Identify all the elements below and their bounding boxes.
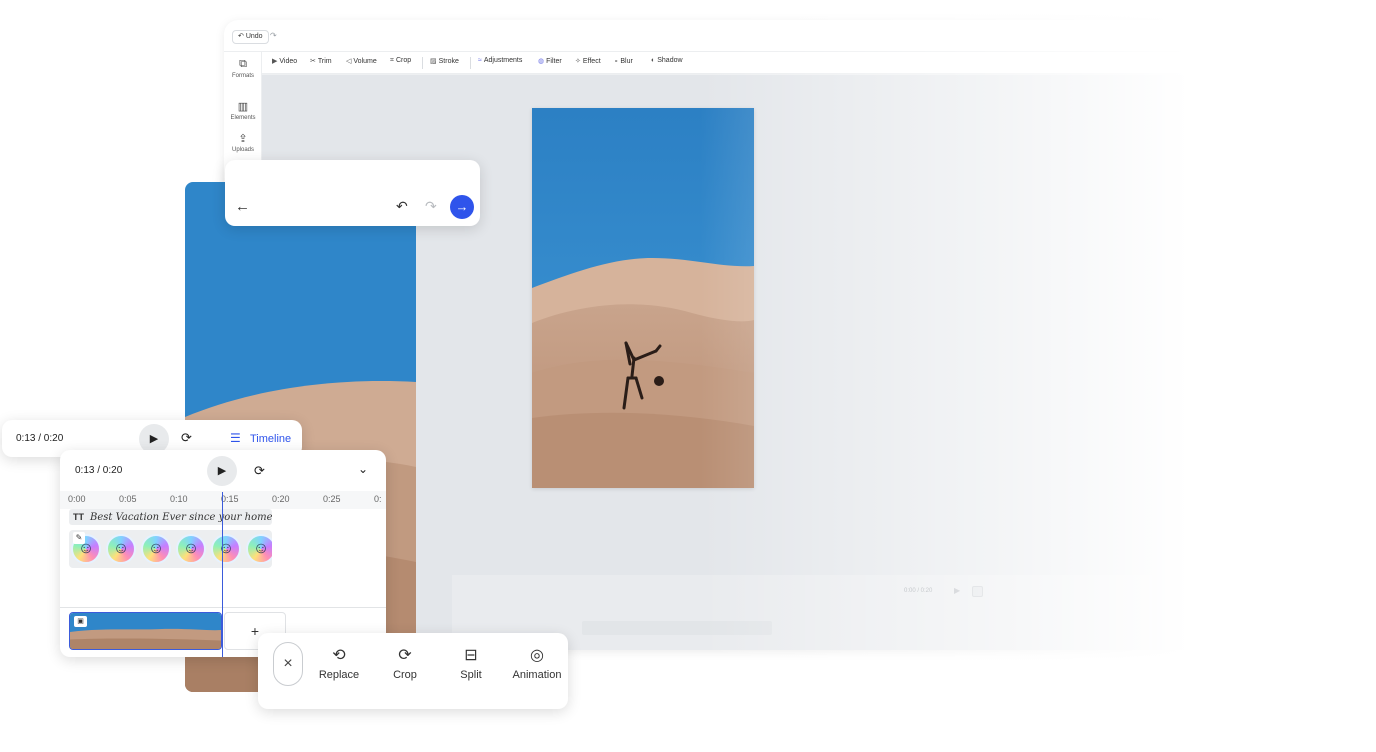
action-label: Split — [460, 669, 482, 681]
track-divider — [60, 607, 386, 608]
tool-crop[interactable]: ⌗ Crop — [390, 57, 411, 65]
play-icon: ▶ — [149, 433, 159, 445]
ruler-tick: 0:15 — [221, 494, 239, 504]
trim-icon: ✂ — [310, 58, 316, 65]
video-icon: ▶ — [272, 58, 278, 65]
sidebar-item-label: Formats — [231, 73, 254, 79]
filter-icon: ◍ — [538, 58, 545, 65]
adjustments-icon: ≈ — [478, 57, 482, 64]
smiley-sticker-icon: ☺ — [176, 534, 206, 564]
effect-icon: ✧ — [575, 58, 581, 65]
tool-trim[interactable]: ✂ Trim — [310, 57, 332, 65]
editor-time-readout: 0:00 / 0:20 — [904, 588, 933, 594]
tool-blur[interactable]: ∘ Blur — [614, 57, 633, 65]
back-arrow-icon[interactable]: ← — [235, 198, 250, 215]
action-label: Replace — [318, 669, 360, 681]
sidebar-item-elements[interactable]: ▥ Elements — [224, 100, 262, 121]
edit-popup: ← ↶ ↷ → — [225, 160, 480, 226]
sidebar-item-formats[interactable]: ⧉ Formats — [224, 58, 262, 79]
playback-time: 0:13 / 0:20 — [75, 465, 123, 476]
chevron-down-icon[interactable]: ⌄ — [358, 462, 368, 476]
tool-adjustments[interactable]: ≈ Adjustments — [478, 57, 522, 64]
replace-button[interactable]: ⟲ Replace — [308, 647, 370, 681]
playhead[interactable] — [222, 492, 223, 657]
tool-filter[interactable]: ◍ Filter — [538, 57, 562, 65]
text-icon: TT — [73, 512, 84, 522]
timeline-icon[interactable]: ☰ — [230, 431, 241, 445]
video-thumbnail-strip — [70, 613, 221, 649]
text-clip-label: Best Vacation Ever since your home. — [90, 512, 272, 523]
toolbar-divider — [422, 57, 423, 69]
split-button[interactable]: ⊟ Split — [440, 647, 502, 681]
action-label: Animation — [512, 669, 562, 681]
close-icon: × — [283, 655, 293, 672]
play-button[interactable]: ▶ — [207, 456, 237, 486]
action-label: Crop — [393, 669, 417, 681]
undo-icon[interactable]: ↶ — [396, 198, 408, 215]
sidebar-item-label: Uploads — [231, 147, 254, 153]
sidebar-item-label: Elements — [230, 115, 256, 121]
editor-track — [582, 621, 772, 635]
playback-time: 0:13 / 0:20 — [16, 433, 64, 444]
editor-fullscreen-icon[interactable] — [972, 586, 983, 597]
redo-icon[interactable]: ↷ — [425, 198, 437, 215]
editor-toolbar: ▶ Video ✂ Trim ◁ Volume ⌗ Crop ▨ Stroke ≈ Adju… — [262, 52, 1374, 74]
smiley-sticker-icon: ☺ — [246, 534, 272, 564]
tool-video[interactable]: ▶ Video — [272, 57, 297, 65]
animation-icon: ◎ — [530, 647, 544, 664]
confirm-button[interactable]: → — [450, 195, 474, 219]
animation-button[interactable]: ◎ Animation — [506, 647, 568, 681]
stroke-icon: ▨ — [430, 58, 437, 65]
smiley-sticker-icon: ☺ — [141, 534, 171, 564]
canvas-video-preview[interactable] — [532, 108, 754, 488]
crop-icon: ⟳ — [398, 647, 412, 664]
sidebar-item-uploads[interactable]: ⇪ Uploads — [224, 132, 262, 153]
timeline-panel: 0:13 / 0:20 ▶ ⟳ ⌄ 0:00 0:05 0:10 0:15 0:… — [60, 450, 386, 657]
desert-dancer-image — [532, 108, 754, 488]
arrow-right-icon: → — [455, 199, 469, 214]
loop-icon[interactable]: ⟳ — [254, 463, 265, 479]
crop-button[interactable]: ⟳ Crop — [374, 647, 436, 681]
undo-icon: ↶ — [238, 33, 244, 40]
tool-shadow[interactable]: ◐ Shadow — [651, 57, 683, 64]
redo-icon[interactable]: ↷ — [270, 31, 277, 40]
smiley-sticker-icon: ☺ — [106, 534, 136, 564]
tool-volume[interactable]: ◁ Volume — [346, 57, 377, 65]
clip-action-bar: × ⟲ Replace ⟳ Crop ⊟ Split ◎ Animation — [258, 633, 568, 709]
crop-icon: ⌗ — [390, 57, 394, 64]
formats-icon: ⧉ — [239, 58, 247, 70]
timeline-button[interactable]: Timeline — [250, 433, 291, 445]
elements-icon: ▥ — [237, 101, 249, 113]
editor-topbar: ↶ Undo ↷ — [224, 20, 1374, 52]
ruler-tick: 0:20 — [272, 494, 290, 504]
undo-button[interactable]: ↶ Undo — [232, 30, 269, 44]
ruler-tick: 0:10 — [170, 494, 188, 504]
sticker-track-clip[interactable]: ☺ ☺ ☺ ☺ ☺ ☺ ✎ — [69, 530, 272, 568]
play-icon: ▶ — [217, 465, 227, 477]
image-icon: ▣ — [74, 616, 87, 627]
ruler-tick: 0:05 — [119, 494, 137, 504]
sticker-badge-icon: ✎ — [73, 532, 85, 544]
editor-play-icon[interactable]: ▶ — [954, 586, 960, 595]
toolbar-divider — [470, 57, 471, 69]
text-track-clip[interactable]: TT Best Vacation Ever since your home. — [69, 509, 272, 525]
undo-label: Undo — [245, 33, 263, 40]
ruler-tick: 0:00 — [68, 494, 86, 504]
upload-icon: ⇪ — [238, 133, 248, 145]
blur-icon: ∘ — [614, 58, 619, 65]
ruler-tick: 0: — [374, 494, 382, 504]
replace-icon: ⟲ — [332, 647, 346, 664]
shadow-icon: ◐ — [651, 57, 656, 64]
video-track-clip[interactable]: ▣ — [69, 612, 222, 650]
timeline-ruler[interactable]: 0:00 0:05 0:10 0:15 0:20 0:25 0: — [60, 491, 386, 509]
tool-effect[interactable]: ✧ Effect — [575, 57, 601, 65]
close-button[interactable]: × — [273, 642, 303, 686]
smiley-sticker-icon: ☺ — [211, 534, 241, 564]
volume-icon: ◁ — [346, 58, 352, 65]
ruler-tick: 0:25 — [323, 494, 341, 504]
loop-icon[interactable]: ⟳ — [181, 430, 192, 446]
tool-stroke[interactable]: ▨ Stroke — [430, 57, 459, 65]
split-icon: ⊟ — [464, 647, 478, 664]
